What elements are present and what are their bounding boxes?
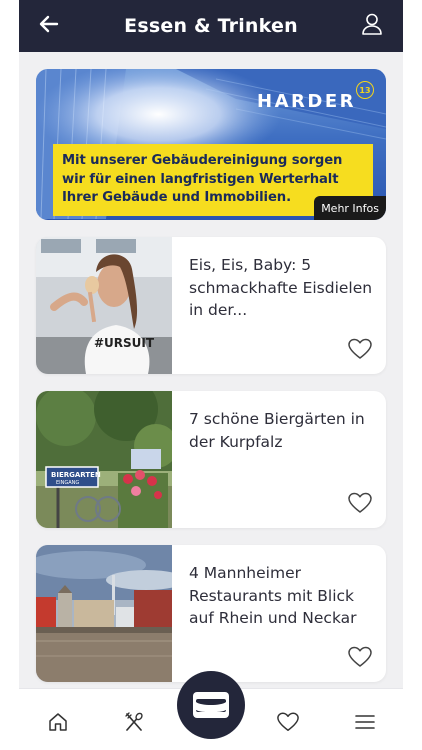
ad-line: wir für einen langfristigen Werterhalt [62,171,339,187]
heart-icon[interactable] [348,338,372,360]
more-info-button[interactable]: Mehr Infos [314,196,386,220]
heart-icon[interactable] [348,646,372,668]
ad-banner[interactable]: HARDER 13 Mit unserer Gebäudereinigung s… [36,69,386,220]
sign-text: BIERGARTEN [51,471,101,479]
home-icon[interactable] [47,711,69,733]
article-title: 7 schöne Biergärten in der Kurpfalz [189,410,365,451]
page-title: Essen & Trinken [124,15,298,37]
article-title: Eis, Eis, Baby: 5 schmackhafte Eisdielen… [189,256,373,319]
brand-logo: HARDER [257,91,356,112]
wallet-button[interactable] [177,671,245,739]
ad-line: Mit unserer Gebäudereinigung sorgen [62,153,343,168]
article-image-ice-cream: #URSUIT [36,237,172,374]
heart-icon[interactable] [348,492,372,514]
wallet-icon [193,692,229,718]
heart-icon[interactable] [277,711,299,733]
svg-text:#URSUIT: #URSUIT [94,336,155,350]
arrow-left-icon[interactable] [37,12,61,36]
sign-subtext: EINGANG [56,480,79,486]
brand-badge: 13 [356,81,374,99]
cutlery-icon[interactable] [123,711,145,733]
header-bar: Essen & Trinken [19,0,403,52]
article-title: 4 Mannheimer Restaurants mit Blick auf R… [189,564,357,627]
article-image-mannheim-river [36,545,172,682]
user-icon[interactable] [361,12,383,36]
app-screen: Essen & Trinken HARDER 13 Mit unserer Ge… [19,0,403,750]
article-card[interactable]: #URSUIT Eis, Eis, Baby: 5 schmackhafte E… [36,237,386,374]
menu-icon[interactable] [354,711,376,733]
article-card[interactable]: 4 Mannheimer Restaurants mit Blick auf R… [36,545,386,682]
article-card[interactable]: BIERGARTEN EINGANG 7 schöne Biergärten i… [36,391,386,528]
article-image-beer-garden: BIERGARTEN EINGANG [36,391,172,528]
